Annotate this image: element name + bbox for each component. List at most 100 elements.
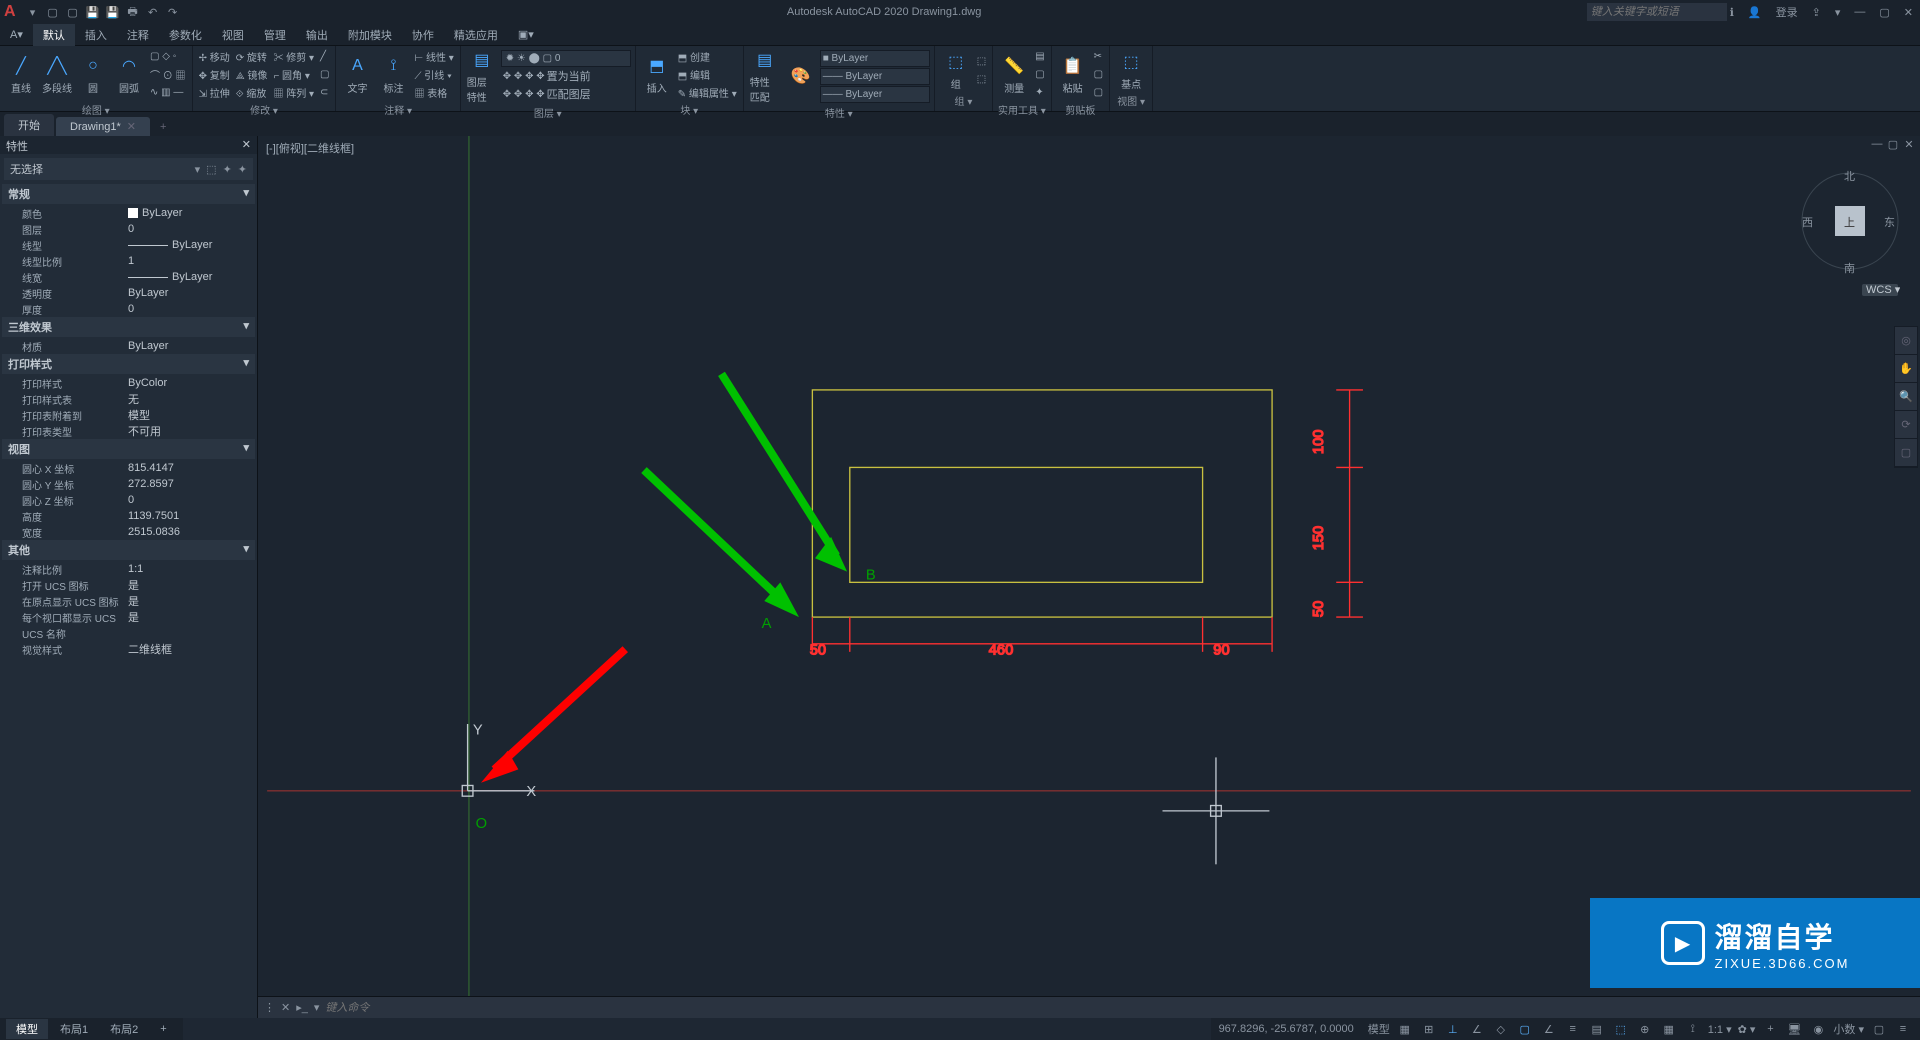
cmd-close-icon[interactable]: ✕ <box>281 1001 290 1014</box>
help-search-input[interactable] <box>1587 3 1727 21</box>
copy-clip-button[interactable]: ▢ <box>1092 66 1105 83</box>
minimize-icon[interactable]: — <box>1851 6 1868 18</box>
prop-value[interactable]: 1 <box>128 255 257 267</box>
prop-value[interactable]: ByColor <box>128 377 257 389</box>
paste-button[interactable]: 📋粘贴 <box>1056 54 1090 95</box>
prop-value[interactable]: 是 <box>128 577 257 593</box>
prop-row[interactable]: 圆心 X 坐标815.4147 <box>0 460 257 476</box>
prop-value[interactable]: 1139.7501 <box>128 510 257 522</box>
nav-wheel-icon[interactable]: ◎ <box>1895 327 1917 355</box>
snap-toggle-icon[interactable]: ⊞ <box>1420 1020 1438 1038</box>
arc-button[interactable]: ◠圆弧 <box>112 54 146 95</box>
prop-value[interactable]: 是 <box>128 609 257 625</box>
polyline-button[interactable]: ╱╲多段线 <box>40 54 74 95</box>
tab-featured[interactable]: 精选应用 <box>444 24 508 46</box>
edit-attrs[interactable]: ✎ 编辑属性 ▾ <box>676 84 739 101</box>
group-sm2[interactable]: ⬚ <box>975 71 988 88</box>
copy-button[interactable]: ✥ 复制 <box>197 66 232 83</box>
rotate-button[interactable]: ⟳ 旋转 <box>234 48 270 65</box>
qat-redo-icon[interactable]: ↷ <box>164 3 182 21</box>
cut-button[interactable]: ✂ <box>1092 48 1105 65</box>
edit-block[interactable]: ⬒ 编辑 <box>676 66 739 83</box>
drawing-canvas[interactable]: Y X O A B 50 460 90 <box>258 136 1920 1018</box>
lineweight-icon[interactable]: ≡ <box>1564 1020 1582 1038</box>
qat-menu-icon[interactable]: ▾ <box>24 3 42 21</box>
annoscale-icon[interactable]: ⟟ <box>1684 1020 1702 1038</box>
basepoint-button[interactable]: ⬚基点 <box>1114 50 1148 91</box>
prop-value[interactable]: 272.8597 <box>128 478 257 490</box>
nav-pan-icon[interactable]: ✋ <box>1895 355 1917 383</box>
prop-value[interactable]: ByLayer <box>128 287 257 299</box>
match-props-button[interactable]: ▤特性 匹配 <box>748 48 782 104</box>
line-button[interactable]: ╱直线 <box>4 54 38 95</box>
linetype-select[interactable]: —— ByLayer <box>820 86 930 103</box>
login-button[interactable]: 登录 <box>1773 4 1801 20</box>
nav-showmotion-icon[interactable]: ▢ <box>1895 439 1917 467</box>
prop-row[interactable]: 打印表类型不可用 <box>0 423 257 439</box>
tab-overflow-icon[interactable]: ▣▾ <box>508 25 544 44</box>
dimension-button[interactable]: ⟟标注 <box>376 54 410 95</box>
tab-collab[interactable]: 协作 <box>402 24 444 46</box>
prop-value[interactable]: 2515.0836 <box>128 526 257 538</box>
layer-tools2[interactable]: ✥ ✥ ✥ ✥ 匹配图层 <box>501 86 631 103</box>
mod-sm2[interactable]: ▢ <box>318 66 331 83</box>
prop-row[interactable]: 在原点显示 UCS 图标是 <box>0 593 257 609</box>
view-cube[interactable]: 上 北 南 西 东 WCS ▾ <box>1800 166 1900 296</box>
prop-row[interactable]: 线宽ByLayer <box>0 269 257 285</box>
group-button[interactable]: ⬚组 <box>939 50 973 91</box>
prop-value[interactable]: ByLayer <box>128 239 257 251</box>
command-input[interactable] <box>325 1002 1914 1014</box>
ribbon-menu-dropdown[interactable]: A▾ <box>0 25 33 44</box>
mod-sm1[interactable]: ╱ <box>318 48 331 65</box>
sel-quick-icon[interactable]: ⬚ <box>206 163 216 176</box>
user-icon[interactable]: 👤 <box>1745 6 1765 19</box>
app-menu-icon[interactable]: ▾ <box>1832 6 1844 19</box>
status-scale[interactable]: 1:1 ▾ <box>1708 1023 1732 1036</box>
customize-icon[interactable]: ≡ <box>1894 1020 1912 1038</box>
qat-save-icon[interactable]: 💾 <box>84 3 102 21</box>
insert-block-button[interactable]: ⬒插入 <box>640 54 674 95</box>
array-button[interactable]: ▦ 阵列 ▾ <box>271 84 316 101</box>
qat-undo-icon[interactable]: ↶ <box>144 3 162 21</box>
prop-row[interactable]: 图层0 <box>0 221 257 237</box>
stretch-button[interactable]: ⇲ 拉伸 <box>197 84 232 101</box>
prop-row[interactable]: 高度1139.7501 <box>0 508 257 524</box>
prop-value[interactable]: 不可用 <box>128 423 257 439</box>
prop-value[interactable]: 二维线框 <box>128 641 257 657</box>
maximize-icon[interactable]: ▢ <box>1876 6 1892 19</box>
prop-value[interactable]: 0 <box>128 223 257 235</box>
draw-sm1[interactable]: ▢ ◇ ◦ <box>148 48 188 65</box>
selection-cycle-icon[interactable]: ⬚ <box>1612 1020 1630 1038</box>
prop-row[interactable]: 每个视口都显示 UCS是 <box>0 609 257 625</box>
tab-annotate[interactable]: 注释 <box>117 24 159 46</box>
clean-screen-icon[interactable]: ▢ <box>1870 1020 1888 1038</box>
tab-layout1[interactable]: 布局1 <box>50 1019 98 1039</box>
layer-props-button[interactable]: ▤图层 特性 <box>465 48 499 104</box>
prop-value[interactable]: 0 <box>128 303 257 315</box>
leader-button[interactable]: ⟋ 引线 ▾ <box>412 66 455 83</box>
tab-default[interactable]: 默认 <box>33 24 75 46</box>
prop-section-header[interactable]: 视图▾ <box>2 439 255 459</box>
util-sm3[interactable]: ✦ <box>1033 84 1046 101</box>
workspace-icon[interactable]: + <box>1761 1020 1779 1038</box>
selection-dropdown[interactable]: 无选择 ▾⬚✦✦ <box>4 158 253 180</box>
sel-pick-icon[interactable]: ✦ <box>223 163 232 176</box>
linear-dim-button[interactable]: ⊢ 线性 ▾ <box>412 48 455 65</box>
measure-button[interactable]: 📏测量 <box>997 54 1031 95</box>
util-sm2[interactable]: ▢ <box>1033 66 1046 83</box>
status-gear[interactable]: ✿ ▾ <box>1738 1023 1756 1036</box>
prop-row[interactable]: 打印表附着到模型 <box>0 407 257 423</box>
move-button[interactable]: ✢ 移动 <box>197 48 232 65</box>
nav-orbit-icon[interactable]: ⟳ <box>1895 411 1917 439</box>
mod-sm3[interactable]: ⊂ <box>318 84 331 101</box>
prop-row[interactable]: 厚度0 <box>0 301 257 317</box>
prop-value[interactable]: 无 <box>128 391 257 407</box>
color-select[interactable]: ■ ByLayer <box>820 50 930 67</box>
polar-toggle-icon[interactable]: ∠ <box>1468 1020 1486 1038</box>
lineweight-select[interactable]: —— ByLayer <box>820 68 930 85</box>
cmd-opts-icon[interactable]: ▾ <box>314 1001 320 1014</box>
create-block[interactable]: ⬒ 创建 <box>676 48 739 65</box>
qat-new-icon[interactable]: ▢ <box>44 3 62 21</box>
doctab-drawing1[interactable]: Drawing1*✕ <box>56 117 150 136</box>
prop-row[interactable]: 视觉样式二维线框 <box>0 641 257 657</box>
